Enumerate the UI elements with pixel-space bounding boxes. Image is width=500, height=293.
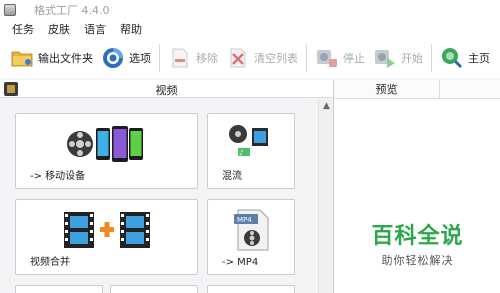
- svg-text:♪: ♪: [239, 149, 243, 157]
- video-panel-header[interactable]: 视频: [0, 80, 333, 98]
- video-panel-title: 视频: [155, 84, 178, 97]
- start-icon: [375, 50, 395, 68]
- tile-video-merge[interactable]: 视频合并: [15, 199, 198, 275]
- window-title: 格式工厂 4.4.0: [34, 4, 110, 17]
- tile-next-row-2[interactable]: [110, 285, 198, 293]
- remove-icon: [172, 48, 188, 68]
- film-reel-phones-icon: [67, 126, 143, 162]
- output-folder-label: 输出文件夹: [38, 52, 93, 65]
- output-folder-button[interactable]: 输出文件夹: [6, 41, 97, 75]
- menu-bar: 任务 皮肤 语言 帮助: [0, 20, 500, 38]
- tile-video-merge-label: 视频合并: [30, 257, 70, 268]
- clear-icon: [230, 48, 246, 68]
- video-tiles-area: -> 移动设备 ♪ 混流 视频合并 MP4 -> MP4: [0, 99, 333, 293]
- task-list-panel: 预览 百科全说 助你轻松解决: [333, 80, 500, 293]
- column-preview[interactable]: 预览: [334, 80, 440, 99]
- home-label: 主页: [468, 52, 490, 65]
- app-icon: [4, 4, 16, 16]
- mp4-badge: MP4: [237, 216, 252, 224]
- mp4-file-icon: MP4: [234, 209, 269, 251]
- toolbar-separator: [159, 44, 160, 72]
- home-globe-icon: [442, 48, 463, 69]
- stop-button[interactable]: 停止: [311, 41, 369, 75]
- folder-icon: [11, 51, 33, 67]
- stop-label: 停止: [343, 52, 365, 65]
- menu-help[interactable]: 帮助: [120, 21, 142, 37]
- start-label: 开始: [401, 52, 423, 65]
- tile-mp4[interactable]: MP4 -> MP4: [207, 199, 295, 275]
- watermark-subtitle: 助你轻松解决: [381, 254, 454, 267]
- mux-icon: ♪: [229, 125, 268, 157]
- tile-mux-label: 混流: [222, 171, 242, 182]
- toolbar: 输出文件夹 选项 移除 清空列表 停止 开始 主页: [0, 38, 500, 78]
- film-plus-film-icon: [64, 212, 150, 248]
- options-gear-icon: [103, 48, 123, 68]
- remove-button[interactable]: 移除: [164, 41, 222, 75]
- start-button[interactable]: 开始: [369, 41, 427, 75]
- watermark-title: 百科全说: [371, 224, 464, 249]
- menu-skin[interactable]: 皮肤: [48, 21, 70, 37]
- options-label: 选项: [129, 52, 151, 65]
- stop-icon: [317, 50, 337, 67]
- menu-language[interactable]: 语言: [84, 21, 106, 37]
- tiles-scrollbar[interactable]: ▲: [318, 99, 333, 293]
- app-window: 格式工厂 4.4.0 任务 皮肤 语言 帮助 输出文件夹 选项 移除 清空列表 …: [0, 0, 500, 293]
- toolbar-separator: [306, 44, 307, 72]
- title-bar: 格式工厂 4.4.0: [0, 0, 500, 20]
- tile-next-row-1[interactable]: [15, 285, 103, 293]
- tile-mobile-device[interactable]: -> 移动设备: [15, 113, 198, 189]
- tile-mux[interactable]: ♪ 混流: [207, 113, 295, 189]
- clear-list-button[interactable]: 清空列表: [222, 41, 302, 75]
- tile-mobile-device-label: -> 移动设备: [30, 171, 86, 182]
- tile-mp4-label: -> MP4: [222, 257, 259, 268]
- menu-task[interactable]: 任务: [12, 21, 34, 37]
- task-list-header: 预览: [334, 80, 500, 99]
- home-button[interactable]: 主页: [436, 41, 494, 75]
- scroll-up-arrow-icon[interactable]: ▲: [319, 99, 334, 113]
- options-button[interactable]: 选项: [97, 41, 155, 75]
- remove-label: 移除: [196, 52, 218, 65]
- toolbar-separator: [431, 44, 432, 72]
- tile-next-row-3[interactable]: [207, 285, 295, 293]
- clear-list-label: 清空列表: [254, 52, 298, 65]
- watermark: 百科全说 助你轻松解决: [334, 218, 500, 268]
